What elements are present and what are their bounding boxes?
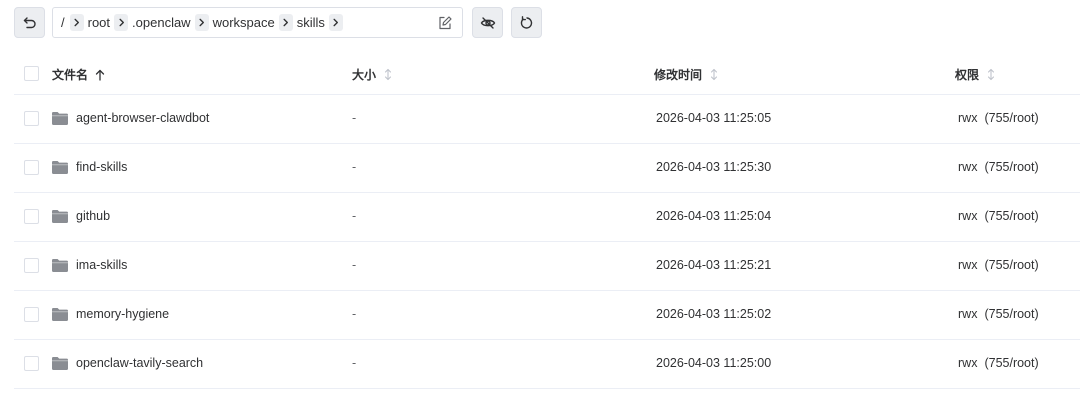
file-size: - [352,160,357,174]
sort-icon[interactable] [709,68,719,81]
table-row[interactable]: github - 2026-04-03 11:25:04 rwx (755/roo… [14,193,1080,242]
column-header-permission[interactable]: 权限 [955,66,996,83]
table-row[interactable]: find-skills - 2026-04-03 11:25:30 rwx (75… [14,144,1080,193]
file-size: - [352,307,357,321]
column-header-permission-label: 权限 [955,68,980,82]
eye-off-icon [480,16,495,29]
file-name: openclaw-tavily-search [76,356,204,370]
folder-icon [52,258,68,272]
edit-icon[interactable] [437,15,453,31]
file-size: - [352,258,357,272]
file-name-cell[interactable]: ima-skills [52,258,127,272]
file-name-cell[interactable]: find-skills [52,160,127,174]
file-size: - [352,111,357,125]
folder-icon [52,307,68,321]
chevron-right-icon[interactable] [114,14,129,31]
file-modified-time: 2026-04-03 11:25:21 [656,258,772,272]
permission-mode: rwx [958,258,978,272]
column-header-size-label: 大小 [352,68,377,82]
row-checkbox[interactable] [24,258,39,273]
file-name-cell[interactable]: openclaw-tavily-search [52,356,203,370]
row-checkbox[interactable] [24,160,39,175]
permission-mode: rwx [958,209,978,223]
chevron-right-icon[interactable] [69,14,84,31]
path-root[interactable]: / [61,15,65,30]
sort-icon[interactable] [383,68,393,81]
permission-mode: rwx [958,160,978,174]
back-button[interactable] [14,7,45,38]
path-segment-openclaw[interactable]: .openclaw [132,15,191,30]
file-name-cell[interactable]: agent-browser-clawdbot [52,111,209,125]
chevron-right-icon[interactable] [278,14,293,31]
undo-arrow-icon [23,16,36,28]
chevron-right-icon[interactable] [328,14,343,31]
file-name: agent-browser-clawdbot [76,111,210,125]
file-name: github [76,209,111,223]
column-header-modified[interactable]: 修改时间 [654,66,719,83]
file-permission: rwx (755/root) [958,356,1039,370]
chevron-right-icon[interactable] [194,14,209,31]
file-modified-time: 2026-04-03 11:25:05 [656,111,772,125]
file-permission: rwx (755/root) [958,258,1039,272]
file-name: ima-skills [76,258,128,272]
file-permission: rwx (755/root) [958,209,1039,223]
table-header: 文件名 大小 修改时间 权限 [14,51,1080,95]
folder-icon [52,356,68,370]
permission-owner: (755/root) [984,160,1039,174]
toolbar: / root .openclaw workspace skills [14,7,1080,38]
path-segment-workspace[interactable]: workspace [213,15,275,30]
path-bar[interactable]: / root .openclaw workspace skills [52,7,463,38]
file-size: - [352,356,357,370]
permission-mode: rwx [958,307,978,321]
column-header-name[interactable]: 文件名 [52,66,105,83]
folder-icon [52,160,68,174]
permission-owner: (755/root) [984,111,1039,125]
row-checkbox[interactable] [24,307,39,322]
toggle-hidden-files-button[interactable] [472,7,503,38]
path-segment-root[interactable]: root [88,15,110,30]
column-header-modified-label: 修改时间 [654,68,703,82]
permission-owner: (755/root) [984,258,1039,272]
file-modified-time: 2026-04-03 11:25:02 [656,307,772,321]
path-segment-skills[interactable]: skills [297,15,325,30]
column-header-size[interactable]: 大小 [352,66,393,83]
file-name: find-skills [76,160,128,174]
row-checkbox[interactable] [24,356,39,371]
select-all-checkbox[interactable] [24,66,39,81]
table-row[interactable]: ima-skills - 2026-04-03 11:25:21 rwx (755… [14,242,1080,291]
file-modified-time: 2026-04-03 11:25:00 [656,356,772,370]
table-row[interactable]: agent-browser-clawdbot - 2026-04-03 11:2… [14,95,1080,144]
permission-mode: rwx [958,111,978,125]
permission-owner: (755/root) [984,356,1039,370]
file-permission: rwx (755/root) [958,160,1039,174]
file-modified-time: 2026-04-03 11:25:30 [656,160,772,174]
sort-icon[interactable] [986,68,996,81]
sort-ascending-icon[interactable] [95,69,105,81]
file-modified-time: 2026-04-03 11:25:04 [656,209,772,223]
file-permission: rwx (755/root) [958,111,1039,125]
refresh-icon [520,15,532,29]
file-name-cell[interactable]: github [52,209,110,223]
permission-owner: (755/root) [984,209,1039,223]
file-size: - [352,209,357,223]
file-table: 文件名 大小 修改时间 权限 agent-browser-clawdbot - … [14,51,1080,389]
file-permission: rwx (755/root) [958,307,1039,321]
file-name: memory-hygiene [76,307,170,321]
folder-icon [52,111,68,125]
row-checkbox[interactable] [24,111,39,126]
permission-owner: (755/root) [984,307,1039,321]
permission-mode: rwx [958,356,978,370]
table-row[interactable]: memory-hygiene - 2026-04-03 11:25:02 rwx… [14,291,1080,340]
table-row[interactable]: openclaw-tavily-search - 2026-04-03 11:2… [14,340,1080,389]
folder-icon [52,209,68,223]
refresh-button[interactable] [511,7,542,38]
file-name-cell[interactable]: memory-hygiene [52,307,169,321]
column-header-name-label: 文件名 [52,68,89,82]
row-checkbox[interactable] [24,209,39,224]
